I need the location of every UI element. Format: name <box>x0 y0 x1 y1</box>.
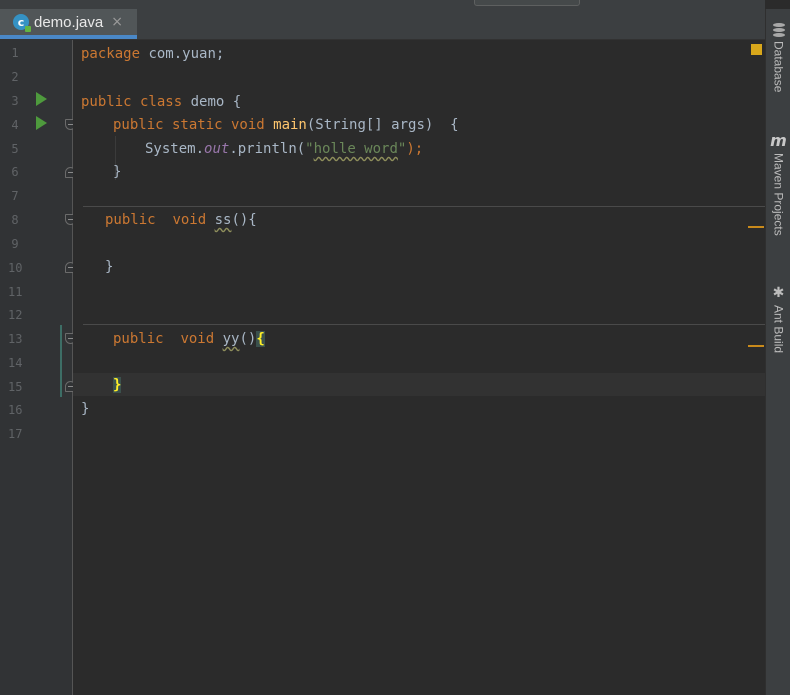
string-quote: " <box>397 141 407 157</box>
code-line-1: package com.yuan; <box>81 44 224 64</box>
keyword: public <box>113 331 164 347</box>
string-literal: holle word <box>313 141 398 157</box>
maven-icon: m <box>770 131 787 150</box>
code-line-13: public void yy(){ <box>113 329 265 349</box>
tool-window-database[interactable]: Database <box>766 21 790 92</box>
line-number: 4 <box>11 118 19 132</box>
code-line-15: } <box>113 375 122 395</box>
tool-window-ant[interactable]: ✱ Ant Build <box>766 285 790 353</box>
line-number: 17 <box>8 427 23 441</box>
matched-brace: { <box>256 331 265 347</box>
string-quote: " <box>305 141 314 157</box>
package-name: com.yuan; <box>140 46 225 62</box>
line-number: 6 <box>11 165 19 179</box>
code-line-3: public class demo { <box>81 92 241 112</box>
tool-window-label: Maven Projects <box>771 153 786 236</box>
closing-brace: } <box>113 164 122 180</box>
tab-label: demo.java <box>34 13 104 31</box>
line-number: 7 <box>11 189 19 203</box>
run-main-icon[interactable] <box>36 116 47 130</box>
editor-tab-bar: c demo.java × <box>0 9 765 40</box>
vcs-change-marker[interactable] <box>60 325 62 397</box>
closing-brace: } <box>81 401 90 417</box>
method-separator <box>83 324 765 325</box>
matched-brace: } <box>113 377 122 393</box>
code-line-6: } <box>113 162 121 182</box>
tool-window-maven[interactable]: m Maven Projects <box>766 133 790 236</box>
close-icon[interactable]: × <box>111 14 123 30</box>
method-call: .println( <box>229 141 306 157</box>
tool-window-label: Database <box>771 41 786 93</box>
java-class-icon: c <box>13 14 31 32</box>
code-line-16: } <box>81 399 89 419</box>
keyword: public <box>105 212 156 228</box>
line-number: 5 <box>11 142 19 156</box>
line-number: 1 <box>11 46 19 60</box>
caret-row-highlight <box>73 373 765 396</box>
tool-window-label: Ant Build <box>771 305 786 354</box>
line-number: 11 <box>8 285 23 299</box>
keyword: package <box>81 46 141 62</box>
method-params: (String[] args) { <box>306 117 459 133</box>
right-tool-strip: Database m Maven Projects ✱ Ant Build <box>765 9 790 695</box>
line-number: 15 <box>8 380 23 394</box>
keyword: public static void <box>113 117 265 133</box>
closing-brace: } <box>105 259 114 275</box>
keyword: public class <box>81 94 183 110</box>
method-params: () <box>239 331 257 347</box>
run-class-icon[interactable] <box>36 92 47 106</box>
code-editor[interactable]: package com.yuan; public class demo { pu… <box>73 40 765 695</box>
line-number: 16 <box>8 403 23 417</box>
method-params: (){ <box>231 212 257 228</box>
keyword: void <box>172 212 207 228</box>
editor-gutter[interactable]: 1 2 3 4 5 6 7 8 9 10 11 12 13 14 15 16 1… <box>0 40 76 695</box>
method-name: main <box>264 117 307 133</box>
line-number: 13 <box>8 332 23 346</box>
line-number: 12 <box>8 308 23 322</box>
code-line-8: public void ss(){ <box>105 210 257 230</box>
warning-stripe[interactable] <box>748 226 764 228</box>
line-number: 14 <box>8 356 23 370</box>
code-line-4: public static void main (String[] args) { <box>113 115 459 135</box>
statement-end: ); <box>406 141 424 157</box>
ant-icon: ✱ <box>772 285 785 301</box>
method-separator <box>83 206 765 207</box>
method-name: yy <box>222 331 240 347</box>
system-ref: System. <box>145 141 205 157</box>
keyword: void <box>180 331 215 347</box>
toolbar-dropdown[interactable] <box>474 0 580 6</box>
code-line-5: System. out .println(" holle word "); <box>145 139 423 159</box>
warning-stripe[interactable] <box>748 345 764 347</box>
line-number: 2 <box>11 70 19 84</box>
line-number: 3 <box>11 94 19 108</box>
line-number: 8 <box>11 213 19 227</box>
warning-status-icon[interactable] <box>751 44 762 55</box>
class-decl: demo { <box>182 94 242 110</box>
line-number: 10 <box>8 261 23 275</box>
database-icon <box>772 23 785 37</box>
line-number: 9 <box>11 237 19 251</box>
code-line-10: } <box>105 257 113 277</box>
method-name: ss <box>214 212 232 228</box>
tab-demo-java[interactable]: c demo.java × <box>0 9 137 39</box>
static-field: out <box>204 141 230 157</box>
